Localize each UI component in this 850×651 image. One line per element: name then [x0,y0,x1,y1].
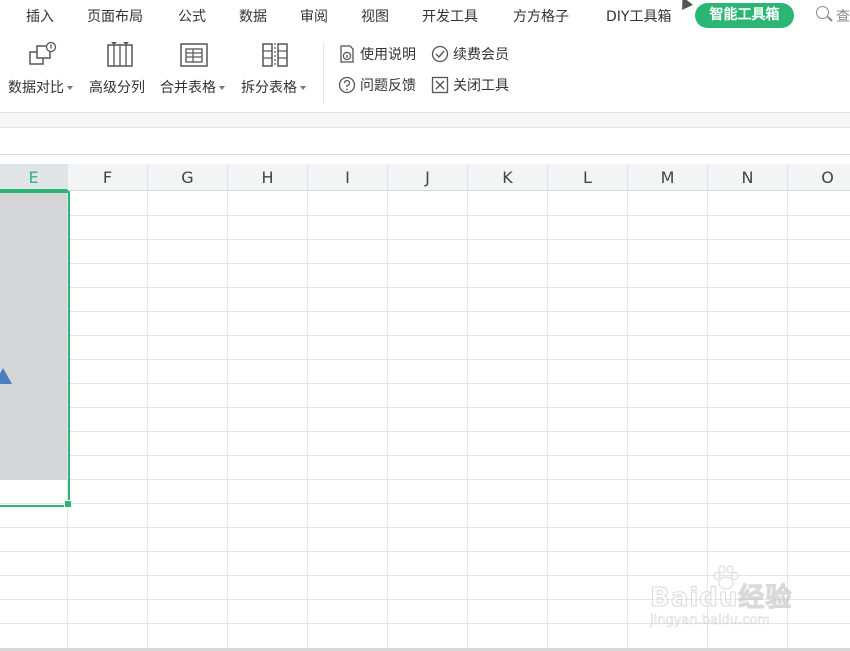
menu-data[interactable]: 数据 [239,6,267,26]
compare-data-label: 数据对比 [8,80,64,96]
ribbon: 数据对比 高级分列 合并表格 拆分表格 使用说明 续费会员 问题反馈 关闭工具 [0,32,850,113]
split-columns-icon [107,42,133,67]
dropdown-caret-icon [300,86,306,90]
column-header-m[interactable]: M [628,164,708,191]
advanced-split-button[interactable]: 高级分列 [89,32,151,112]
triangle-shape[interactable] [0,368,12,384]
menu-bar: 插入 页面布局 公式 数据 审阅 视图 开发工具 方方格子 DIY工具箱 智能工… [0,0,850,32]
column-header-e[interactable]: E [0,164,68,191]
manual-icon [340,45,354,63]
menu-fangfang[interactable]: 方方格子 [513,6,569,26]
column-header-k[interactable]: K [468,164,548,191]
dropdown-caret-icon [219,86,225,90]
ribbon-divider [323,42,324,104]
split-table-label: 拆分表格 [241,80,297,96]
dropdown-caret-icon [67,86,73,90]
split-table-button[interactable]: 拆分表格 [241,32,313,112]
menu-diy-toolbox[interactable]: DIY工具箱 [606,6,671,26]
column-header-j[interactable]: J [388,164,468,191]
manual-label: 使用说明 [360,47,416,63]
column-header-i[interactable]: I [308,164,388,191]
watermark-text: Baidu经验 [649,583,793,614]
menu-review[interactable]: 审阅 [300,6,328,26]
close-tool-label: 关闭工具 [453,78,509,94]
compare-icon [29,42,57,65]
split-table-icon [262,43,288,67]
menu-insert[interactable]: 插入 [26,6,54,26]
fill-handle[interactable] [64,500,72,508]
formula-bar[interactable] [0,128,850,155]
merge-table-button[interactable]: 合并表格 [160,32,232,112]
menu-page-layout[interactable]: 页面布局 [87,6,143,26]
selection-border [0,191,70,507]
toolbar-strip [0,113,850,128]
column-header-l[interactable]: L [548,164,628,191]
menu-view[interactable]: 视图 [361,6,389,26]
column-header-o[interactable]: O [788,164,850,191]
menu-smart-toolbox[interactable]: 智能工具箱 [695,3,794,28]
menu-formulas[interactable]: 公式 [178,6,206,26]
merge-table-icon [180,43,208,67]
question-icon [338,76,356,94]
close-box-icon [431,76,449,94]
mouse-cursor-icon [677,0,693,10]
check-circle-icon [431,45,449,63]
feedback-label: 问题反馈 [360,78,416,94]
column-header-n[interactable]: N [708,164,788,191]
merge-table-label: 合并表格 [160,80,216,96]
column-header-h[interactable]: H [228,164,308,191]
watermark-url: jingyan.baidu.com [650,613,771,629]
column-header-g[interactable]: G [148,164,228,191]
renew-membership-label: 续费会员 [453,47,509,63]
menu-developer[interactable]: 开发工具 [422,6,478,26]
advanced-split-label: 高级分列 [89,80,145,96]
search-icon[interactable] [816,6,829,19]
compare-data-button[interactable]: 数据对比 [8,32,80,112]
baidu-watermark: Baidu经验 jingyan.baidu.com [649,565,820,635]
column-header-f[interactable]: F [68,164,148,191]
search-label[interactable]: 查 [836,6,850,26]
